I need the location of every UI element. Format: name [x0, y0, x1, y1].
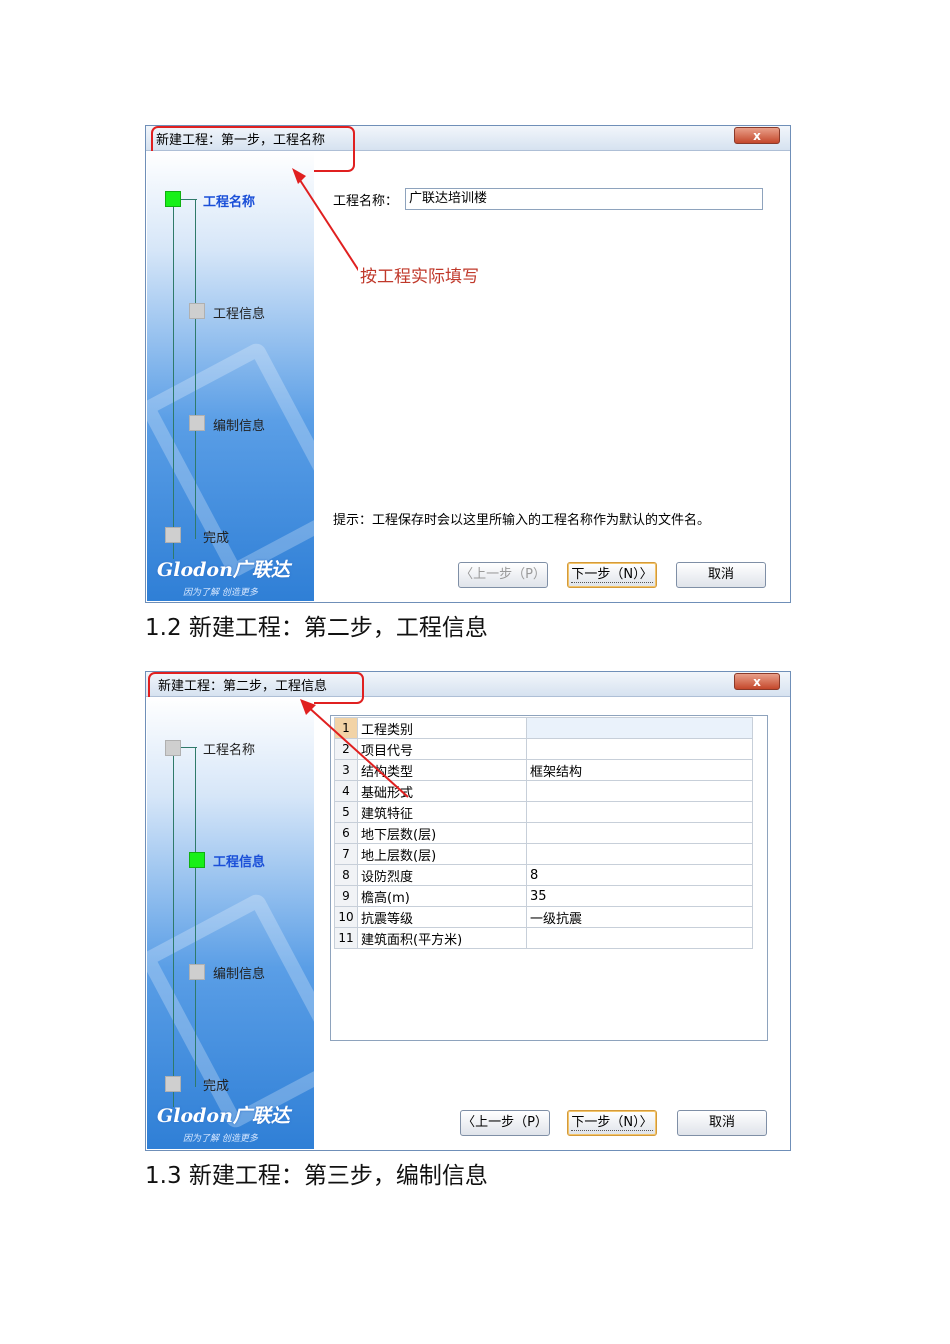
step-label-project-name: 工程名称 [203, 743, 256, 758]
cancel-button[interactable]: 取消 [677, 1110, 767, 1136]
table-row[interactable]: 8 设防烈度 8 [334, 864, 753, 886]
step-label-finish: 完成 [203, 1079, 230, 1094]
step-indicator-project-name [165, 191, 181, 207]
property-value[interactable]: 8 [526, 864, 753, 886]
row-number: 8 [334, 864, 358, 886]
next-button[interactable]: 下一步（N）〉 [567, 1110, 657, 1136]
row-number: 9 [334, 885, 358, 907]
wizard-sidebar: 工程名称 工程信息 编制信息 完成 Glodon广联达 因为了解 创造更多 [147, 697, 314, 1149]
property-value[interactable] [526, 801, 753, 823]
glodon-logo: Glodon广联达 [157, 559, 290, 581]
step-label-project-name: 工程名称 [203, 195, 256, 210]
property-value[interactable]: 框架结构 [526, 759, 753, 781]
table-row[interactable]: 10 抗震等级 一级抗震 [334, 906, 753, 928]
table-row[interactable]: 9 檐高(m) 35 [334, 885, 753, 907]
step-indicator-compile-info [189, 964, 205, 980]
table-row[interactable]: 7 地上层数(层) [334, 843, 753, 865]
step-label-project-info: 工程信息 [213, 855, 266, 870]
step-label-compile-info: 编制信息 [213, 967, 266, 982]
property-value[interactable] [526, 780, 753, 802]
step-indicator-project-info [189, 852, 205, 868]
property-value[interactable]: 一级抗震 [526, 906, 753, 928]
step-indicator-compile-info [189, 415, 205, 431]
logo-slogan: 因为了解 创造更多 [183, 1134, 258, 1144]
logo-slogan: 因为了解 创造更多 [183, 588, 258, 598]
property-value[interactable] [526, 822, 753, 844]
annotation-note: 按工程实际填写 [360, 267, 479, 287]
new-project-dialog-step2: 新建工程：第二步，工程信息 x 工程名称 工程信息 编制信息 完成 Glodon… [145, 671, 791, 1151]
glodon-logo: Glodon广联达 [157, 1105, 290, 1127]
table-row[interactable]: 11 建筑面积(平方米) [334, 927, 753, 949]
property-value[interactable] [526, 738, 753, 760]
property-name: 檐高(m) [357, 885, 527, 907]
step-label-finish: 完成 [203, 531, 230, 546]
caption-step3: 1.3 新建工程：第三步，编制信息 [145, 1163, 488, 1189]
property-value[interactable] [526, 717, 753, 739]
hint-text: 提示：工程保存时会以这里所输入的工程名称作为默认的文件名。 [333, 513, 711, 528]
step-indicator-project-info [189, 303, 205, 319]
close-button[interactable]: x [734, 673, 780, 690]
property-name: 建筑面积(平方米) [357, 927, 527, 949]
cancel-button[interactable]: 取消 [676, 562, 766, 588]
prev-button[interactable]: 〈上一步（P） [460, 1110, 550, 1136]
prev-button[interactable]: 〈上一步（P） [458, 562, 548, 588]
annotation-note-box: 按工程实际填写 [358, 258, 568, 318]
caption-step2: 1.2 新建工程：第二步，工程信息 [145, 615, 488, 641]
step-indicator-project-name [165, 740, 181, 756]
table-row[interactable]: 6 地下层数(层) [334, 822, 753, 844]
row-number: 10 [334, 906, 358, 928]
next-button[interactable]: 下一步（N）〉 [567, 562, 657, 588]
step-indicator-finish [165, 527, 181, 543]
property-value[interactable] [526, 927, 753, 949]
annotation-arrow [300, 699, 409, 798]
project-name-input[interactable]: 广联达培训楼 [405, 188, 763, 210]
close-button[interactable]: x [734, 127, 780, 144]
property-name: 抗震等级 [357, 906, 527, 928]
step-indicator-finish [165, 1076, 181, 1092]
property-name: 设防烈度 [357, 864, 527, 886]
row-number: 11 [334, 927, 358, 949]
new-project-dialog-step1: 新建工程：第一步，工程名称 x 工程名称 工程信息 编制信息 完成 Glodon… [145, 125, 791, 603]
row-number: 7 [334, 843, 358, 865]
property-name: 地上层数(层) [357, 843, 527, 865]
property-name: 地下层数(层) [357, 822, 527, 844]
row-number: 6 [334, 822, 358, 844]
property-value[interactable]: 35 [526, 885, 753, 907]
step-label-project-info: 工程信息 [213, 307, 266, 322]
step-label-compile-info: 编制信息 [213, 419, 266, 434]
property-value[interactable] [526, 843, 753, 865]
